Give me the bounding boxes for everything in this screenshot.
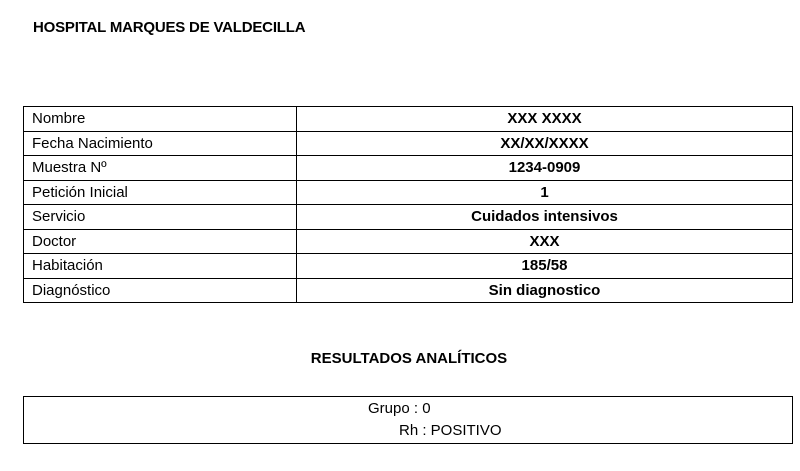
table-row: Petición Inicial 1 bbox=[23, 179, 793, 205]
table-row: Doctor XXX bbox=[23, 228, 793, 254]
field-value-nombre: XXX XXXX bbox=[296, 106, 793, 132]
field-value-servicio: Cuidados intensivos bbox=[296, 204, 793, 230]
field-label-habitacion: Habitación bbox=[23, 253, 297, 279]
table-row: Fecha Nacimiento XX/XX/XXXX bbox=[23, 130, 793, 156]
table-row: Muestra Nº 1234-0909 bbox=[23, 155, 793, 181]
patient-info-table: Nombre XXX XXXX Fecha Nacimiento XX/XX/X… bbox=[23, 106, 793, 303]
field-label-peticion-inicial: Petición Inicial bbox=[23, 179, 297, 205]
blood-group-result: Grupo : 0 bbox=[368, 400, 431, 417]
table-row: Servicio Cuidados intensivos bbox=[23, 204, 793, 230]
results-section-title: RESULTADOS ANALÍTICOS bbox=[310, 350, 508, 367]
field-value-muestra: 1234-0909 bbox=[296, 155, 793, 181]
field-value-doctor: XXX bbox=[296, 228, 793, 254]
field-value-peticion-inicial: 1 bbox=[296, 179, 793, 205]
field-label-diagnostico: Diagnóstico bbox=[23, 277, 297, 303]
table-row: Diagnóstico Sin diagnostico bbox=[23, 277, 793, 303]
field-value-fecha-nacimiento: XX/XX/XXXX bbox=[296, 130, 793, 156]
table-row: Habitación 185/58 bbox=[23, 253, 793, 279]
field-label-fecha-nacimiento: Fecha Nacimiento bbox=[23, 130, 297, 156]
table-row: Nombre XXX XXXX bbox=[23, 106, 793, 132]
field-label-nombre: Nombre bbox=[23, 106, 297, 132]
field-label-muestra: Muestra Nº bbox=[23, 155, 297, 181]
field-value-diagnostico: Sin diagnostico bbox=[296, 277, 793, 303]
rh-factor-result: Rh : POSITIVO bbox=[399, 422, 502, 439]
field-label-doctor: Doctor bbox=[23, 228, 297, 254]
results-box: Grupo : 0 Rh : POSITIVO bbox=[23, 396, 793, 444]
hospital-title: HOSPITAL MARQUES DE VALDECILLA bbox=[33, 19, 306, 36]
field-value-habitacion: 185/58 bbox=[296, 253, 793, 279]
field-label-servicio: Servicio bbox=[23, 204, 297, 230]
